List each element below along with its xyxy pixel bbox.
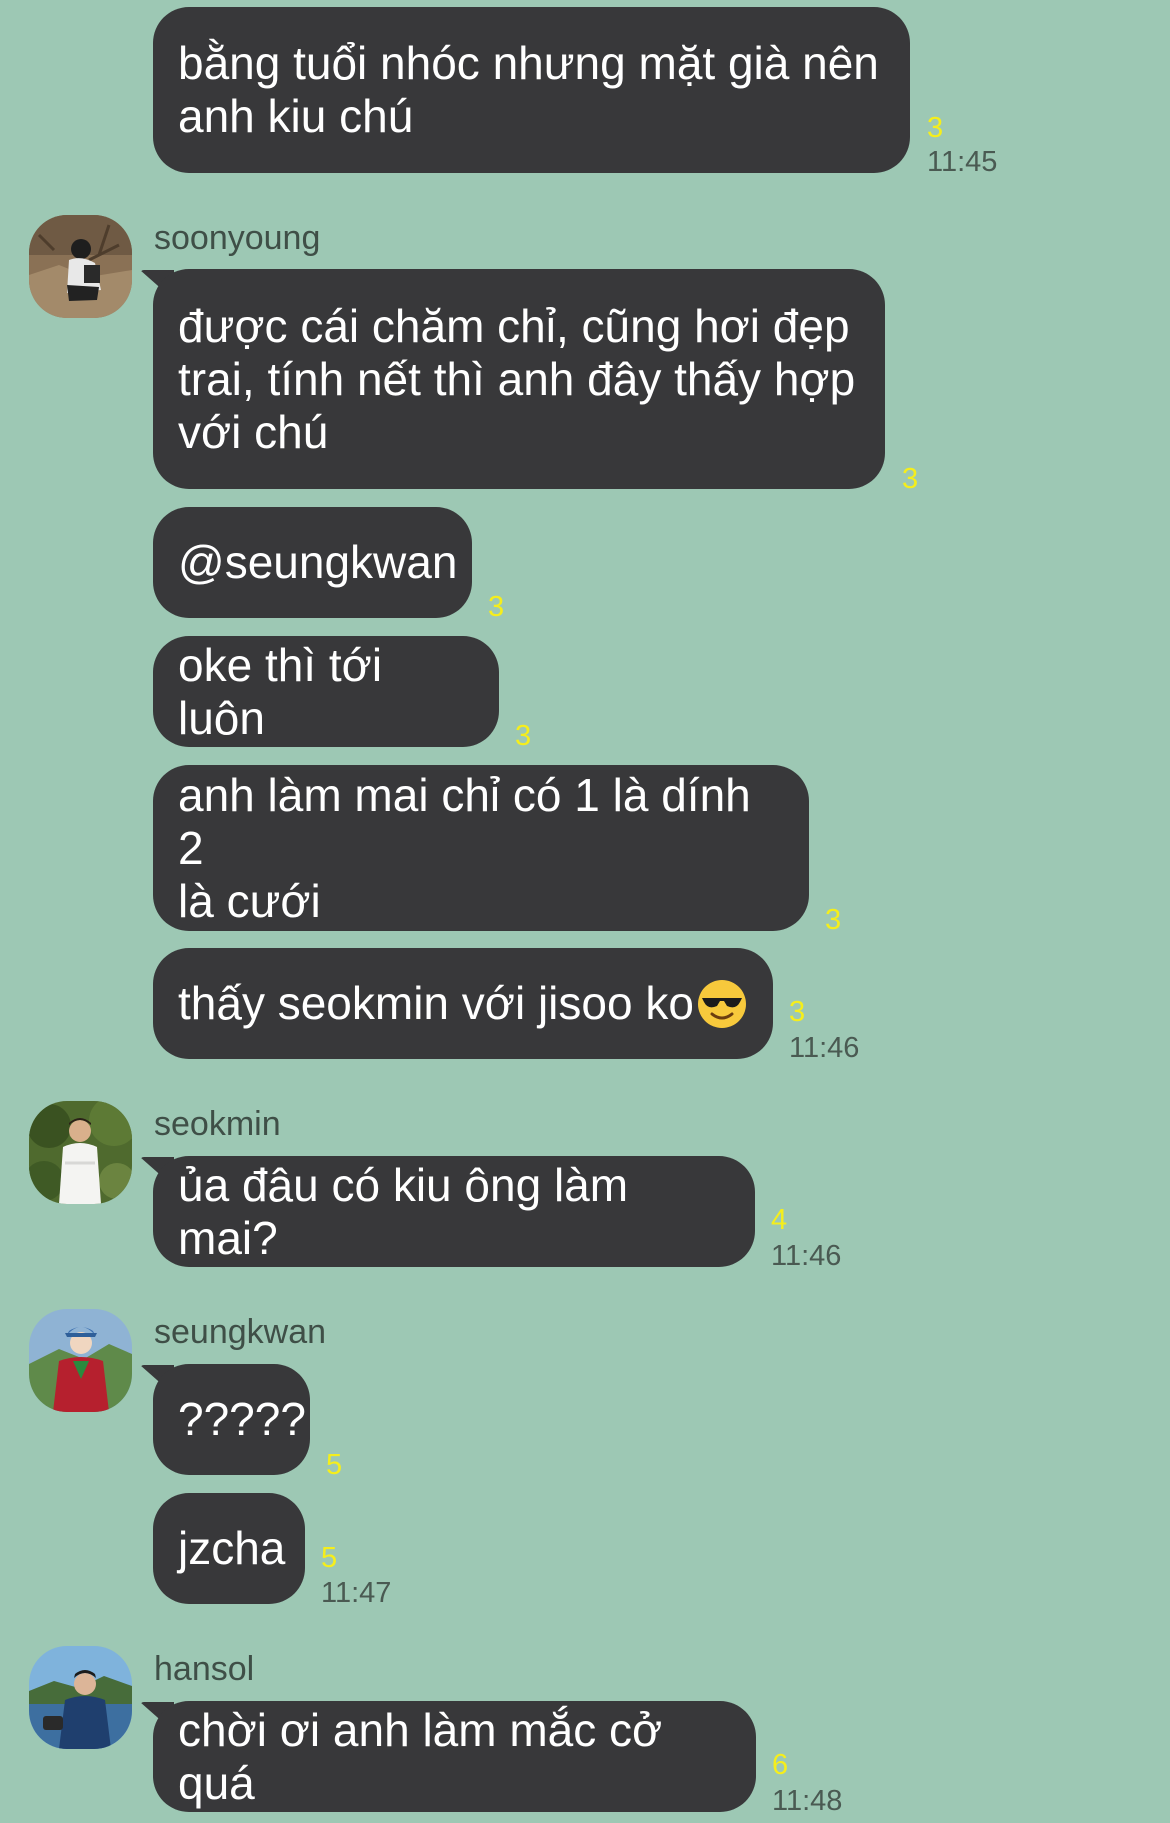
read-count: 3 [789, 996, 806, 1028]
sender-name: seungkwan [154, 1313, 327, 1351]
read-count: 5 [321, 1542, 338, 1574]
avatar-seokmin[interactable] [29, 1101, 132, 1204]
read-count: 3 [927, 112, 944, 144]
message-bubble[interactable]: oke thì tới luôn [153, 636, 499, 747]
message-time: 11:46 [789, 1032, 860, 1064]
sender-name: hansol [154, 1650, 255, 1688]
message-bubble[interactable]: anh làm mai chỉ có 1 là dính 2 là cưới [153, 765, 809, 931]
message-text: chời ơi anh làm mắc cở quá [178, 1703, 675, 1809]
message-bubble[interactable]: bằng tuổi nhóc nhưng mặt già nên anh kiu… [153, 7, 910, 173]
message-time: 11:46 [771, 1240, 842, 1272]
message-text: oke thì tới luôn [178, 638, 395, 744]
read-count: 3 [902, 463, 919, 495]
avatar-seungkwan[interactable] [29, 1309, 132, 1412]
chat-room: bằng tuổi nhóc nhưng mặt già nên anh kiu… [0, 0, 1170, 1823]
message-text: jzcha [178, 1522, 286, 1574]
message-bubble[interactable]: thấy seokmin với jisoo ko [153, 948, 773, 1059]
message-text: anh làm mai chỉ có 1 là dính 2 là cưới [178, 768, 751, 927]
read-count: 6 [772, 1749, 789, 1781]
message-bubble[interactable]: jzcha [153, 1493, 305, 1604]
message-text: ủa đâu có kiu ông làm mai? [178, 1158, 641, 1264]
message-text: @seungkwan [178, 536, 458, 588]
message-time: 11:48 [772, 1785, 843, 1817]
message-time: 11:47 [321, 1577, 392, 1609]
read-count: 4 [771, 1204, 788, 1236]
message-text: bằng tuổi nhóc nhưng mặt già nên anh kiu… [178, 37, 879, 142]
read-count: 5 [326, 1449, 343, 1481]
message-text: ????? [178, 1393, 306, 1445]
message-time: 11:45 [927, 146, 998, 178]
sender-name: seokmin [154, 1105, 281, 1143]
message-bubble[interactable]: chời ơi anh làm mắc cở quá [153, 1701, 756, 1812]
message-bubble[interactable]: @seungkwan [153, 507, 472, 618]
message-bubble[interactable]: được cái chăm chỉ, cũng hơi đẹp trai, tí… [153, 269, 885, 489]
sunglasses-emoji-icon [696, 978, 748, 1030]
read-count: 3 [825, 904, 842, 936]
avatar-hansol[interactable] [29, 1646, 132, 1749]
message-text: thấy seokmin với jisoo ko [178, 977, 694, 1029]
sender-name: soonyoung [154, 219, 321, 257]
read-count: 3 [488, 591, 505, 623]
message-text: được cái chăm chỉ, cũng hơi đẹp trai, tí… [178, 299, 856, 458]
message-bubble[interactable]: ủa đâu có kiu ông làm mai? [153, 1156, 755, 1267]
read-count: 3 [515, 720, 532, 752]
message-bubble[interactable]: ????? [153, 1364, 310, 1475]
avatar-soonyoung[interactable] [29, 215, 132, 318]
